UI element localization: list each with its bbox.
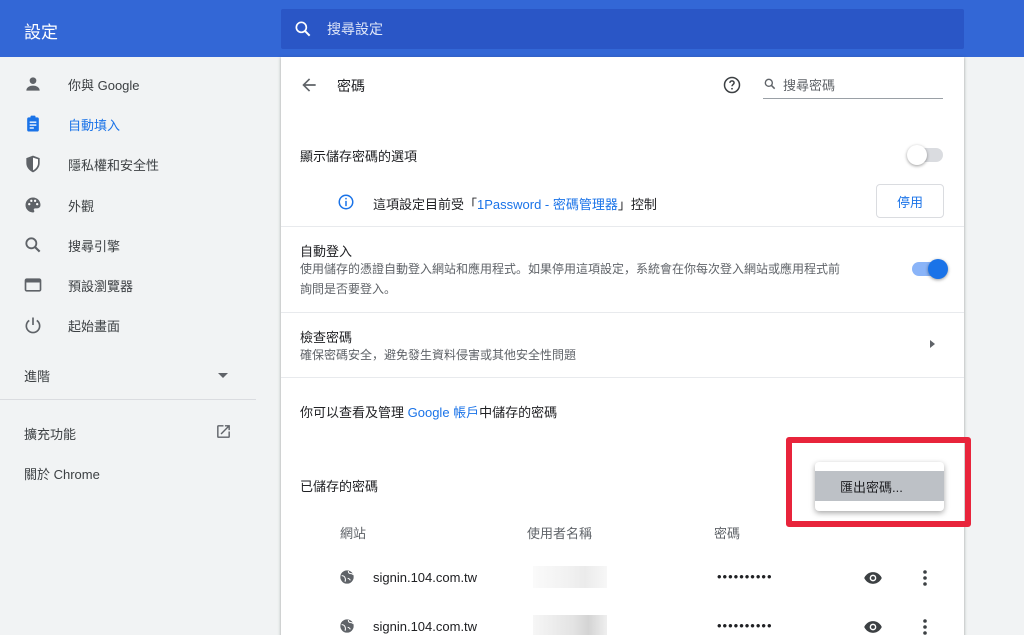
sidebar-item-label: 關於 Chrome — [24, 467, 100, 482]
power-icon — [22, 314, 44, 336]
policy-extension-link[interactable]: 1Password - 密碼管理器 — [477, 197, 618, 212]
sidebar: 你與 Google 自動填入 隱私權和安全性 外觀 搜尋引擎 預設瀏覽器 起始畫… — [0, 57, 256, 635]
export-passwords-menu-item[interactable]: 匯出密碼... — [815, 471, 944, 501]
disable-extension-button[interactable]: 停用 — [876, 184, 944, 218]
auto-signin-toggle[interactable] — [912, 259, 948, 279]
column-header-password: 密碼 — [714, 526, 741, 541]
show-password-icon[interactable] — [863, 568, 883, 588]
more-actions-icon[interactable] — [917, 617, 933, 635]
account-note-suffix: 中儲存的密碼 — [479, 405, 558, 420]
account-note: 你可以查看及管理 Google 帳戶中儲存的密碼 — [300, 402, 557, 421]
toggle-knob — [907, 145, 927, 165]
policy-suffix: 」控制 — [617, 197, 657, 212]
sidebar-item-label: 自動填入 — [68, 117, 121, 133]
chevron-right-icon — [930, 340, 935, 348]
sidebar-item-appearance[interactable]: 外觀 — [0, 185, 256, 225]
sidebar-item-default-browser[interactable]: 預設瀏覽器 — [0, 265, 256, 305]
policy-message: 這項設定目前受「1Password - 密碼管理器」控制 — [373, 194, 657, 213]
section-divider — [281, 312, 964, 313]
sidebar-item-label: 起始畫面 — [68, 318, 121, 334]
sidebar-item-you-and-google[interactable]: 你與 Google — [0, 64, 256, 104]
offer-save-toggle[interactable] — [907, 145, 943, 165]
globe-icon — [340, 619, 354, 633]
google-account-link[interactable]: Google 帳戶 — [408, 405, 480, 420]
sidebar-advanced[interactable]: 進階 — [24, 366, 234, 388]
more-actions-icon[interactable] — [917, 568, 933, 588]
password-dots: •••••••••• — [717, 618, 773, 633]
sidebar-item-label: 擴充功能 — [24, 427, 77, 442]
passwords-title: 密碼 — [337, 78, 365, 94]
password-search-input[interactable] — [783, 75, 933, 95]
column-header-username: 使用者名稱 — [527, 526, 593, 541]
sidebar-item-extensions[interactable]: 擴充功能 — [24, 424, 76, 443]
policy-prefix: 這項設定目前受「 — [373, 197, 478, 212]
sidebar-item-label: 外觀 — [68, 198, 95, 214]
site-text: signin.104.com.tw — [373, 619, 478, 634]
top-bar: 設定 — [0, 0, 1024, 57]
section-divider — [281, 226, 964, 227]
sidebar-item-privacy[interactable]: 隱私權和安全性 — [0, 144, 256, 184]
chevron-down-icon — [218, 373, 228, 378]
username-redacted — [533, 615, 607, 635]
sidebar-item-search-engine[interactable]: 搜尋引擎 — [0, 225, 256, 265]
sidebar-item-about-chrome[interactable]: 關於 Chrome — [24, 464, 100, 483]
settings-search-box[interactable] — [281, 9, 964, 49]
page-title: 設定 — [24, 23, 58, 42]
shield-icon — [22, 153, 44, 175]
sidebar-item-label: 你與 Google — [68, 77, 140, 93]
auto-signin-label: 自動登入 — [300, 244, 353, 259]
saved-passwords-menu: 匯出密碼... — [815, 462, 944, 511]
auto-signin-desc-line2: 詢問是否要登入。 — [300, 282, 397, 296]
info-icon — [338, 194, 354, 210]
sidebar-item-label: 搜尋引擎 — [68, 238, 121, 254]
toggle-knob — [928, 259, 948, 279]
open-external-icon[interactable] — [215, 423, 232, 440]
settings-search-input[interactable] — [327, 18, 927, 40]
username-redacted — [533, 566, 607, 588]
help-icon[interactable] — [722, 75, 742, 95]
site-text: signin.104.com.tw — [373, 570, 478, 585]
offer-save-label: 顯示儲存密碼的選項 — [300, 149, 418, 164]
show-password-icon[interactable] — [863, 617, 883, 635]
sidebar-item-label: 隱私權和安全性 — [68, 157, 160, 173]
person-icon — [22, 73, 44, 95]
sidebar-item-label: 預設瀏覽器 — [68, 278, 134, 294]
check-passwords-desc: 確保密碼安全，避免發生資料侵害或其他安全性問題 — [300, 348, 577, 362]
password-dots: •••••••••• — [717, 569, 773, 584]
password-search-box[interactable] — [763, 73, 943, 99]
account-note-prefix: 你可以查看及管理 — [300, 405, 408, 420]
saved-passwords-title: 已儲存的密碼 — [300, 479, 379, 494]
sidebar-item-on-startup[interactable]: 起始畫面 — [0, 305, 256, 345]
search-icon — [764, 78, 776, 90]
browser-icon — [22, 274, 44, 296]
globe-icon — [340, 570, 354, 584]
section-divider — [281, 377, 964, 378]
search-icon — [22, 234, 44, 256]
sidebar-advanced-label: 進階 — [24, 369, 51, 384]
sidebar-item-autofill[interactable]: 自動填入 — [0, 104, 256, 144]
auto-signin-desc-line1: 使用儲存的憑證自動登入網站和應用程式。如果停用這項設定，系統會在你每次登入網站或… — [300, 262, 841, 276]
column-header-site: 網站 — [340, 526, 367, 541]
check-passwords-label: 檢查密碼 — [300, 330, 353, 345]
clipboard-icon — [22, 113, 44, 135]
sidebar-divider — [0, 399, 256, 400]
palette-icon — [22, 194, 44, 216]
passwords-card: 密碼 顯示儲存密碼的選項 這項設定目前受「1Password - 密碼管理器」控… — [281, 57, 964, 635]
search-icon — [295, 21, 311, 37]
back-arrow-icon[interactable] — [299, 75, 319, 95]
